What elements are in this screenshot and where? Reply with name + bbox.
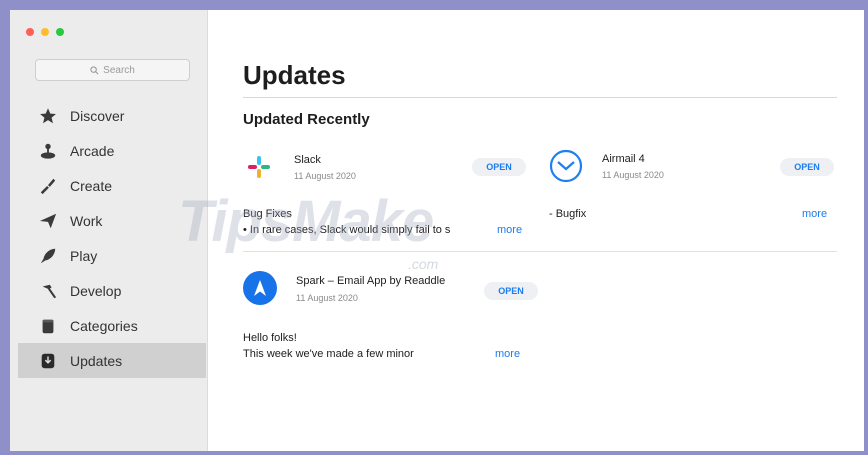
close-button[interactable] <box>26 28 34 36</box>
sidebar-item-label: Develop <box>70 282 122 299</box>
sidebar-item-updates[interactable]: Updates <box>18 343 206 378</box>
sidebar-item-label: Updates <box>70 352 123 369</box>
sidebar-item-categories[interactable]: Categories <box>18 308 206 343</box>
star-icon <box>38 106 58 126</box>
zoom-button[interactable] <box>56 28 64 36</box>
app-date: 11 August 2020 <box>296 293 358 303</box>
app-date: 11 August 2020 <box>294 171 356 181</box>
sidebar-item-label: Arcade <box>70 142 115 159</box>
airmail-icon[interactable] <box>549 149 583 183</box>
sidebar-item-label: Create <box>70 177 113 194</box>
spark-icon[interactable] <box>243 271 277 305</box>
release-note-title: Hello folks! <box>243 332 297 344</box>
search-placeholder: Search <box>103 64 135 76</box>
more-link-slack[interactable]: more <box>497 224 522 236</box>
open-button-airmail[interactable]: OPEN <box>780 158 834 176</box>
minimize-button[interactable] <box>41 28 49 36</box>
sidebar-item-arcade[interactable]: Arcade <box>18 133 206 168</box>
more-link-airmail[interactable]: more <box>802 208 827 220</box>
box-icon <box>38 316 58 336</box>
release-note-title: - Bugfix <box>549 208 587 220</box>
watermark-suffix: .com <box>408 256 439 272</box>
brush-icon <box>38 176 58 196</box>
rocket-icon <box>38 246 58 266</box>
title-divider <box>243 97 837 98</box>
more-link-spark[interactable]: more <box>495 348 520 360</box>
sidebar-item-label: Categories <box>70 317 138 334</box>
app-name: Airmail 4 <box>602 153 645 165</box>
slack-icon[interactable] <box>242 150 276 184</box>
download-icon <box>38 351 58 371</box>
sidebar-item-label: Play <box>70 247 98 264</box>
app-date: 11 August 2020 <box>602 170 664 180</box>
open-button-slack[interactable]: OPEN <box>472 158 526 176</box>
app-store-window: Search Discover Arcade Create Work Play … <box>10 10 864 451</box>
joystick-icon <box>38 141 58 161</box>
section-title: Updated Recently <box>243 111 370 128</box>
sidebar-item-discover[interactable]: Discover <box>18 98 206 133</box>
sidebar-item-label: Discover <box>70 107 125 124</box>
hammer-icon <box>38 281 58 301</box>
page-title: Updates <box>243 60 346 90</box>
app-name: Slack <box>294 154 321 166</box>
magnifier-icon <box>90 65 99 74</box>
release-note-line: This week we've made a few minor <box>243 348 414 360</box>
window-controls <box>26 28 64 36</box>
sidebar-item-develop[interactable]: Develop <box>18 273 206 308</box>
search-input[interactable]: Search <box>35 59 190 81</box>
app-name: Spark – Email App by Readdle <box>296 275 446 287</box>
paper-plane-icon <box>38 211 58 231</box>
watermark: TipsMake <box>178 189 434 254</box>
open-button-spark[interactable]: OPEN <box>484 282 538 300</box>
sidebar-item-label: Work <box>70 212 103 229</box>
